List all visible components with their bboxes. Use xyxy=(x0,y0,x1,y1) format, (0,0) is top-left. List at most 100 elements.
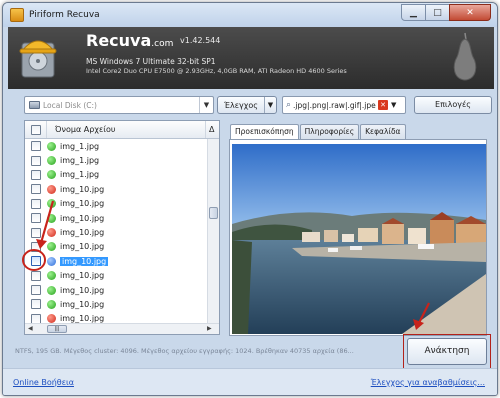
row-checkbox-cell xyxy=(25,213,47,224)
file-filter-combo[interactable]: ⌕ ✕ ▼ xyxy=(282,96,406,114)
maximize-button[interactable]: □ xyxy=(425,4,450,21)
row-checkbox[interactable] xyxy=(31,169,41,180)
preview-pane xyxy=(229,139,487,336)
file-list: Όνομα Αρχείου ⌃ Δ img_1.jpgCimg_1.jpgCim… xyxy=(24,120,220,335)
file-row[interactable]: img_10.jpgC xyxy=(25,297,219,311)
hardware-info: Intel Core2 Duo CPU E7500 @ 2.93GHz, 4,0… xyxy=(86,67,347,75)
row-checkbox-cell xyxy=(25,285,47,296)
column-header-filename[interactable]: Όνομα Αρχείου ⌃ xyxy=(47,121,205,134)
title-bar[interactable]: Piriform Recuva ▁ □ ✕ xyxy=(3,3,497,27)
sort-ascending-icon: ⌃ xyxy=(125,120,131,126)
file-name: img_10.jpg xyxy=(60,199,105,209)
filter-dropdown-icon[interactable]: ▼ xyxy=(391,101,396,109)
recovery-state-green-icon xyxy=(47,141,56,151)
row-checkbox-cell xyxy=(25,270,47,281)
horizontal-scrollbar[interactable]: ◀ ||| ▶ xyxy=(25,323,219,334)
row-checkbox[interactable] xyxy=(31,270,41,281)
file-row[interactable]: img_10.jpgC xyxy=(25,197,219,211)
file-row[interactable]: img_10.jpgC xyxy=(25,283,219,297)
recover-button[interactable]: Ανάκτηση xyxy=(407,338,487,365)
vertical-scrollbar[interactable] xyxy=(207,139,219,325)
file-row[interactable]: img_10.jpgC xyxy=(25,182,219,196)
row-checkbox-cell xyxy=(25,256,47,267)
file-row[interactable]: img_10.jpgC xyxy=(25,254,219,268)
preview-photo xyxy=(232,144,486,334)
tab-info[interactable]: Πληροφορίες xyxy=(299,124,360,139)
select-all-checkbox[interactable] xyxy=(30,124,41,135)
file-name: img_10.jpg xyxy=(60,242,105,252)
file-name: img_1.jpg xyxy=(60,170,100,180)
row-checkbox[interactable] xyxy=(31,198,41,209)
check-updates-link[interactable]: Έλεγχος για αναβαθμίσεις... xyxy=(371,378,485,387)
column-header-truncated[interactable]: Δ xyxy=(205,121,219,138)
os-info: MS Windows 7 Ultimate 32-bit SP1 xyxy=(86,57,216,66)
file-name: img_1.jpg xyxy=(60,156,100,166)
file-row[interactable]: img_10.jpgC xyxy=(25,211,219,225)
recovery-state-green-icon xyxy=(47,170,56,180)
options-button[interactable]: Επιλογές xyxy=(414,96,492,114)
recovery-state-green-icon xyxy=(47,271,56,281)
file-name: img_10.jpg xyxy=(60,184,105,194)
file-row[interactable]: img_1.jpgC xyxy=(25,139,219,153)
recuva-window: Piriform Recuva ▁ □ ✕ Recuva.com v1.42.5… xyxy=(2,2,498,396)
row-checkbox[interactable] xyxy=(31,256,41,267)
row-checkbox-cell xyxy=(25,198,47,209)
row-checkbox[interactable] xyxy=(31,141,41,152)
window-controls: ▁ □ ✕ xyxy=(401,4,491,21)
row-checkbox[interactable] xyxy=(31,155,41,166)
toolbar: Local Disk (C:) ▼ Έλεγχος ▼ ⌕ ✕ ▼ Επιλογ… xyxy=(8,95,494,119)
row-checkbox-cell xyxy=(25,227,47,238)
scroll-left-icon[interactable]: ◀ xyxy=(28,325,33,332)
row-checkbox[interactable] xyxy=(31,213,41,224)
row-checkbox[interactable] xyxy=(31,184,41,195)
recovery-state-blue-icon xyxy=(47,256,56,266)
file-row[interactable]: img_1.jpgC xyxy=(25,168,219,182)
file-list-header: Όνομα Αρχείου ⌃ Δ xyxy=(25,121,219,139)
row-checkbox-cell xyxy=(25,184,47,195)
file-name: img_10.jpg xyxy=(60,228,105,238)
drive-label: Local Disk (C:) xyxy=(43,100,97,110)
file-row[interactable]: img_10.jpgC xyxy=(25,240,219,254)
recovery-state-green-icon xyxy=(47,213,56,223)
row-checkbox-cell xyxy=(25,169,47,180)
file-rows: img_1.jpgCimg_1.jpgCimg_1.jpgCimg_10.jpg… xyxy=(25,139,219,326)
tab-header[interactable]: Κεφαλίδα xyxy=(360,124,406,139)
footer-bar: Online Βοήθεια Έλεγχος για αναβαθμίσεις.… xyxy=(3,368,497,395)
drive-icon xyxy=(29,101,40,109)
tab-preview[interactable]: Προεπισκόπηση xyxy=(230,124,299,140)
file-name: img_10.jpg xyxy=(60,256,109,266)
file-row[interactable]: img_10.jpgC xyxy=(25,225,219,239)
row-checkbox[interactable] xyxy=(31,299,41,310)
chevron-down-icon[interactable]: ▼ xyxy=(199,97,213,113)
file-row[interactable]: img_10.jpgC xyxy=(25,269,219,283)
file-filter-input[interactable] xyxy=(293,100,378,110)
file-name: img_10.jpg xyxy=(60,213,105,223)
recuva-app-icon xyxy=(10,8,24,22)
minimize-button[interactable]: ▁ xyxy=(401,4,426,21)
horizontal-scroll-thumb[interactable]: ||| xyxy=(47,325,67,333)
row-checkbox-cell xyxy=(25,155,47,166)
search-icon: ⌕ xyxy=(286,100,292,110)
file-name: img_1.jpg xyxy=(60,141,100,151)
row-checkbox[interactable] xyxy=(31,241,41,252)
recovery-state-green-icon xyxy=(47,199,56,209)
scan-button[interactable]: Έλεγχος ▼ xyxy=(217,96,277,114)
recovery-state-red-icon xyxy=(47,228,56,238)
close-button[interactable]: ✕ xyxy=(449,4,491,21)
file-name: img_10.jpg xyxy=(60,285,105,295)
vertical-scroll-thumb[interactable] xyxy=(209,207,218,219)
scroll-right-icon[interactable]: ▶ xyxy=(207,325,212,332)
row-checkbox[interactable] xyxy=(31,227,41,238)
brand-name: Recuva.com xyxy=(86,31,174,50)
clear-filter-icon[interactable]: ✕ xyxy=(378,100,389,110)
online-help-link[interactable]: Online Βοήθεια xyxy=(13,378,74,387)
row-checkbox[interactable] xyxy=(31,285,41,296)
file-name: img_10.jpg xyxy=(60,299,105,309)
recovery-state-green-icon xyxy=(47,156,56,166)
hard-hat-disk-icon xyxy=(19,40,57,78)
file-row[interactable]: img_1.jpgC xyxy=(25,153,219,167)
drive-select[interactable]: Local Disk (C:) ▼ xyxy=(24,96,214,114)
scan-dropdown-icon[interactable]: ▼ xyxy=(264,97,276,113)
status-text: NTFS, 195 GB. Μέγεθος cluster: 4096. Μέγ… xyxy=(15,347,354,355)
recovery-state-red-icon xyxy=(47,184,56,194)
